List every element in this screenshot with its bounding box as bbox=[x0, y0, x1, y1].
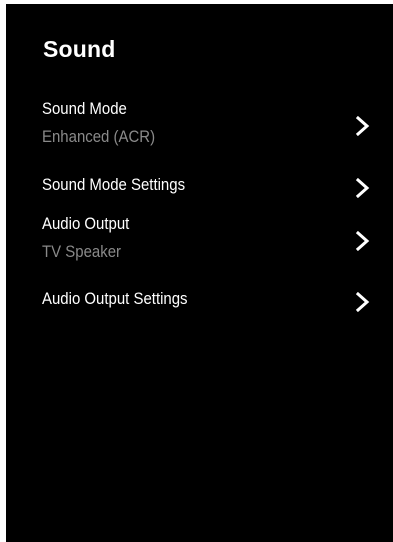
menu-item-audio-output-settings[interactable]: Audio Output Settings bbox=[42, 288, 372, 314]
chevron-right-icon bbox=[356, 116, 370, 136]
menu-item-sound-mode[interactable]: Sound Mode Enhanced (ACR) bbox=[42, 98, 372, 154]
chevron-right-icon bbox=[356, 231, 370, 251]
menu-item-label: Audio Output Settings bbox=[42, 289, 188, 308]
menu-item-label: Audio Output bbox=[42, 214, 130, 233]
chevron-right-icon bbox=[356, 178, 370, 198]
menu-item-audio-output[interactable]: Audio Output TV Speaker bbox=[42, 213, 372, 269]
menu-item-label: Sound Mode Settings bbox=[42, 175, 186, 194]
page-title: Sound bbox=[43, 36, 116, 62]
sound-menu-panel: Sound Sound Mode Enhanced (ACR) Sound Mo… bbox=[6, 4, 393, 542]
menu-item-sound-mode-settings[interactable]: Sound Mode Settings bbox=[42, 174, 372, 200]
chevron-right-icon bbox=[356, 292, 370, 312]
menu-item-sublabel: TV Speaker bbox=[42, 242, 121, 261]
menu-item-label: Sound Mode bbox=[42, 99, 127, 118]
menu-item-sublabel: Enhanced (ACR) bbox=[42, 127, 156, 146]
